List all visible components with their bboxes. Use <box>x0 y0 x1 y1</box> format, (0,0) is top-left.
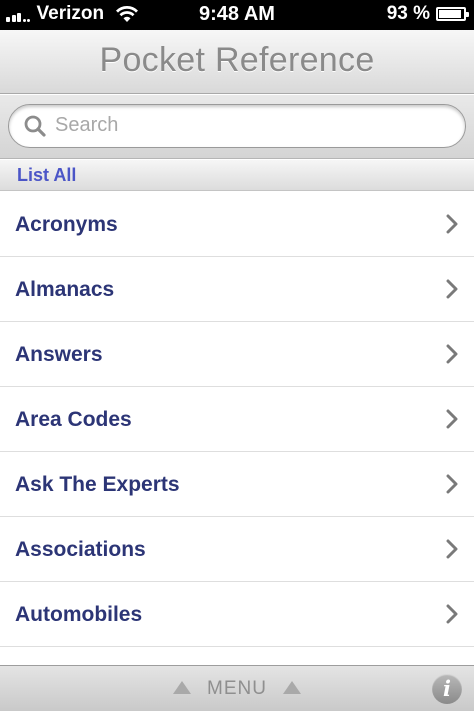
menu-button[interactable]: MENU <box>0 678 474 700</box>
search-placeholder: Search <box>55 114 119 136</box>
list-item-label: Answers <box>15 343 103 366</box>
triangle-up-icon <box>282 680 301 694</box>
list-item-ask-the-experts[interactable]: Ask The Experts <box>0 452 474 517</box>
chevron-right-icon <box>446 344 458 364</box>
page-title: Pocket Reference <box>99 41 375 79</box>
bottom-bar: MENU i <box>0 665 474 711</box>
section-header: List All <box>0 160 474 191</box>
battery-percent: 93 % <box>386 3 430 24</box>
list-item-label: Associations <box>15 538 146 561</box>
status-right: 93 % <box>386 3 469 25</box>
status-bar: Verizon 9:48 AM 93 % <box>0 0 474 30</box>
battery-icon <box>436 7 469 21</box>
info-button[interactable]: i <box>432 674 462 704</box>
menu-label: MENU <box>207 678 267 699</box>
list-item-automobiles[interactable]: Automobiles <box>0 582 474 647</box>
chevron-right-icon <box>446 539 458 559</box>
battery-fill <box>439 10 462 18</box>
search-input[interactable]: Search <box>8 104 466 148</box>
search-bar: Search <box>0 95 474 159</box>
list-item-label: Almanacs <box>15 278 115 301</box>
reference-list: Acronyms Almanacs Answers Area Codes Ask… <box>0 192 474 647</box>
chevron-right-icon <box>446 474 458 494</box>
list-item-associations[interactable]: Associations <box>0 517 474 582</box>
title-bar: Pocket Reference <box>0 30 474 94</box>
list-item-answers[interactable]: Answers <box>0 322 474 387</box>
chevron-right-icon <box>446 214 458 234</box>
search-icon <box>24 115 46 137</box>
list-item-acronyms[interactable]: Acronyms <box>0 192 474 257</box>
list-item-area-codes[interactable]: Area Codes <box>0 387 474 452</box>
list-item-label: Automobiles <box>15 603 143 626</box>
chevron-right-icon <box>446 409 458 429</box>
list-item-label: Ask The Experts <box>15 473 180 496</box>
list-item-label: Area Codes <box>15 408 132 431</box>
section-header-label: List All <box>17 165 77 185</box>
list-item-label: Acronyms <box>15 213 118 236</box>
chevron-right-icon <box>446 604 458 624</box>
list-item-almanacs[interactable]: Almanacs <box>0 257 474 322</box>
chevron-right-icon <box>446 279 458 299</box>
triangle-up-icon <box>173 680 192 694</box>
